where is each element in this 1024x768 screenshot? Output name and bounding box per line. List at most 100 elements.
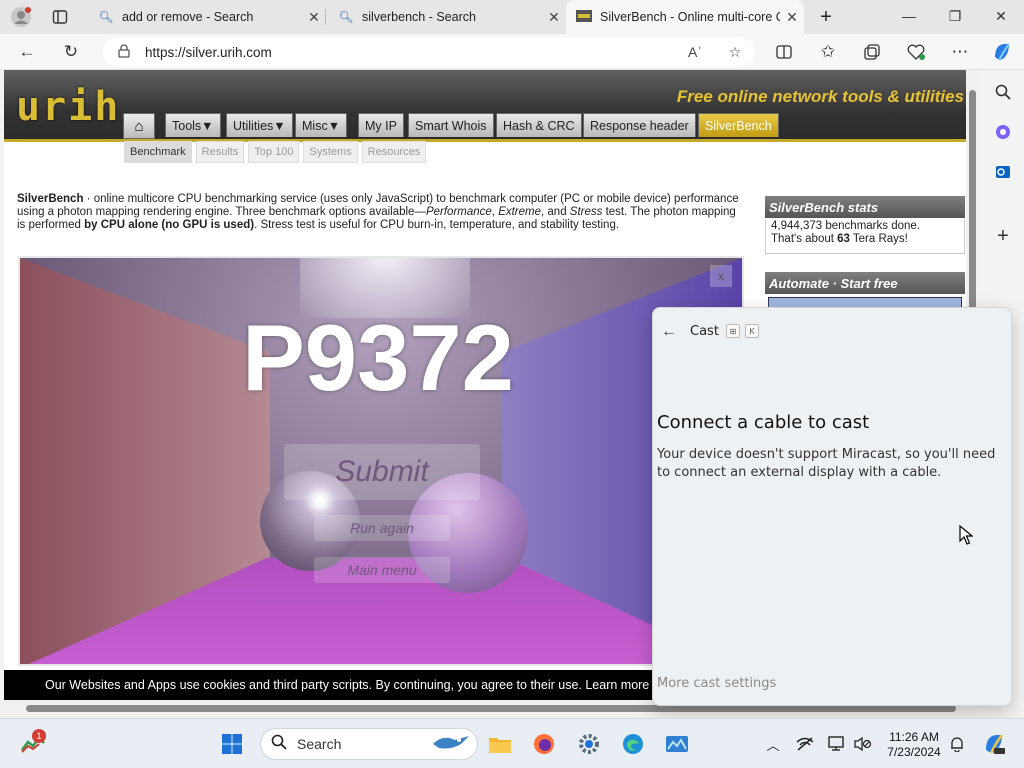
system-clock[interactable]: 11:26 AM 7/23/2024 — [884, 730, 944, 760]
intro-text: , and — [541, 206, 570, 218]
site-header: urih Free online network tools & utiliti… — [4, 70, 966, 142]
new-tab-icon[interactable]: + — [814, 5, 838, 29]
restore-icon[interactable]: ❐ — [932, 0, 978, 32]
nav-utilities[interactable]: Utilities▼ — [226, 113, 293, 137]
close-render-button[interactable]: x — [710, 265, 732, 287]
intro-paragraph: SilverBench · online multicore CPU bench… — [17, 193, 747, 232]
close-tab-icon[interactable]: ✕ — [780, 9, 804, 26]
site-tagline: Free online network tools & utilities — [676, 87, 964, 106]
profile-avatar-icon[interactable] — [9, 5, 33, 29]
browser-toolbar: ← ↻ https://silver.urih.com Aʾ ☆ ✩ ⋯ — [0, 34, 1024, 70]
close-window-icon[interactable]: ✕ — [978, 0, 1024, 32]
nav-hash-crc[interactable]: Hash & CRC — [496, 113, 582, 137]
tab-label: SilverBench - Online multi-core C — [600, 10, 780, 24]
firefox-icon[interactable] — [528, 728, 560, 760]
subnav-top-100[interactable]: Top 100 — [248, 141, 300, 163]
windows-key-icon: ⊞ — [726, 324, 740, 338]
notification-bell-icon[interactable] — [946, 734, 968, 754]
nav-misc[interactable]: Misc▼ — [295, 113, 348, 137]
address-bar[interactable]: https://silver.urih.com Aʾ ☆ — [103, 37, 755, 67]
site-favicon-icon — [576, 9, 592, 25]
sub-navigation: Benchmark Results Top 100 Systems Resour… — [124, 141, 427, 163]
taskbar-search-box[interactable]: Search — [260, 728, 478, 760]
intro-brand: SilverBench — [17, 193, 84, 205]
subnav-resources[interactable]: Resources — [361, 141, 427, 163]
benchmark-score: P9372 — [242, 305, 514, 410]
cast-title: Cast — [690, 324, 719, 339]
cast-heading: Connect a cable to cast — [657, 412, 870, 433]
more-menu-icon[interactable]: ⋯ — [946, 38, 974, 66]
search-icon: 🔍︎ — [338, 10, 354, 24]
nav-silverbench[interactable]: SilverBench — [698, 113, 779, 137]
intro-extreme: Extreme — [498, 206, 542, 218]
nav-tools[interactable]: Tools▼ — [165, 113, 221, 137]
stats-heading: SilverBench stats — [765, 196, 965, 218]
edge-browser-icon[interactable] — [617, 728, 649, 760]
lock-icon[interactable] — [103, 43, 145, 61]
search-icon[interactable] — [989, 78, 1017, 106]
favorites-icon[interactable]: ✩ — [814, 38, 842, 66]
split-screen-icon[interactable] — [770, 38, 798, 66]
more-cast-settings-link[interactable]: More cast settings — [657, 676, 776, 691]
stats-box: 4,944,373 benchmarks done. That's about … — [765, 220, 965, 254]
mouse-cursor-icon — [959, 525, 973, 545]
close-tab-icon[interactable]: ✕ — [542, 9, 566, 26]
subnav-systems[interactable]: Systems — [303, 141, 358, 163]
tab-silverbench[interactable]: SilverBench - Online multi-core C ✕ — [566, 0, 804, 34]
taskbar: 1 Search ︿ 11:26 AM 7/23/2024 — [0, 718, 1024, 768]
tab-silverbench-search[interactable]: 🔍︎ silverbench - Search ✕ — [328, 0, 566, 34]
url-text[interactable]: https://silver.urih.com — [145, 45, 675, 60]
tab-add-or-remove[interactable]: 🔍︎ add or remove - Search ✕ — [88, 0, 326, 34]
subnav-results[interactable]: Results — [195, 141, 245, 163]
notification-badge: 1 — [32, 729, 46, 743]
search-icon — [271, 734, 297, 754]
intro-stress: Stress — [569, 206, 603, 218]
tab-actions-icon[interactable] — [48, 5, 72, 29]
tab-label: add or remove - Search — [122, 10, 254, 24]
outlook-icon[interactable] — [989, 158, 1017, 186]
k-key-icon: K — [745, 324, 759, 338]
start-icon[interactable] — [216, 728, 248, 760]
favorite-star-icon[interactable]: ☆ — [715, 44, 755, 61]
back-icon[interactable]: ← — [13, 38, 41, 66]
main-menu-button[interactable]: Main menu — [314, 557, 450, 583]
add-sidebar-app-icon[interactable]: + — [989, 222, 1017, 250]
submit-button[interactable]: Submit — [284, 444, 480, 500]
network-icon[interactable] — [794, 734, 816, 754]
settings-gear-icon[interactable] — [573, 728, 605, 760]
tab-strip: 🔍︎ add or remove - Search ✕ 🔍︎ silverben… — [0, 0, 1024, 34]
cast-display-icon[interactable] — [826, 734, 848, 754]
cast-panel: ← Cast ⊞ K Connect a cable to cast Your … — [652, 307, 1012, 706]
automate-heading: Automate · Start free — [765, 272, 965, 294]
copilot-icon[interactable] — [988, 38, 1016, 66]
volume-muted-icon[interactable] — [852, 734, 874, 754]
browser-essentials-icon[interactable] — [902, 38, 930, 66]
copilot-preview-icon[interactable] — [978, 728, 1010, 760]
tab-label: silverbench - Search — [362, 10, 476, 24]
stats-text: Tera Rays! — [849, 233, 908, 245]
read-aloud-icon[interactable]: Aʾ — [675, 44, 715, 60]
chevron-up-icon[interactable]: ︿ — [762, 734, 784, 754]
copilot-sidebar-icon[interactable] — [989, 118, 1017, 146]
subnav-benchmark[interactable]: Benchmark — [124, 141, 192, 163]
taskbar-search-placeholder: Search — [297, 736, 342, 752]
collections-icon[interactable] — [858, 38, 886, 66]
photos-app-icon[interactable] — [661, 728, 693, 760]
back-arrow-icon[interactable]: ← — [657, 321, 681, 343]
minimize-icon[interactable]: — — [886, 0, 932, 32]
search-icon: 🔍︎ — [98, 10, 114, 24]
run-again-button[interactable]: Run again — [314, 515, 450, 541]
scroll-thumb[interactable] — [26, 705, 956, 712]
file-explorer-icon[interactable] — [484, 728, 516, 760]
intro-cpu-alone: by CPU alone (no GPU is used) — [84, 219, 255, 231]
home-icon[interactable]: ⌂ — [123, 113, 155, 139]
nav-response-header[interactable]: Response header — [583, 113, 696, 137]
cast-message: Your device doesn't support Miracast, so… — [657, 447, 996, 480]
close-tab-icon[interactable]: ✕ — [302, 9, 326, 26]
site-logo[interactable]: urih — [16, 84, 120, 130]
nav-smart-whois[interactable]: Smart Whois — [408, 113, 494, 137]
benchmark-render: P9372 Submit Run again Main menu x — [18, 256, 744, 666]
nav-my-ip[interactable]: My IP — [358, 113, 404, 137]
refresh-icon[interactable]: ↻ — [57, 38, 85, 66]
stats-rays-count: 63 — [837, 233, 850, 245]
